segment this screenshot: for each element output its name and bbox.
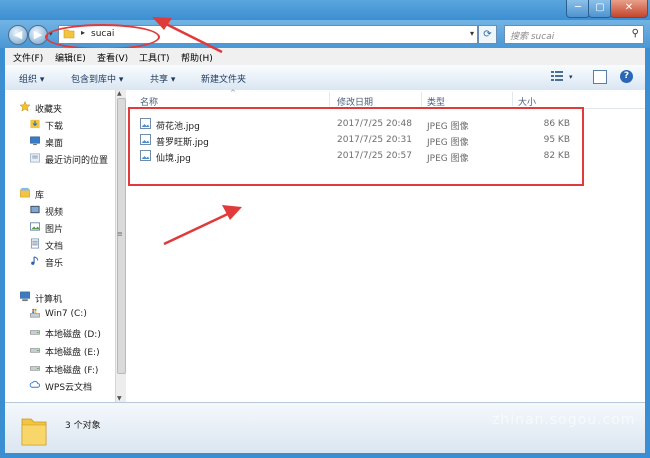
nav-drive-e[interactable]: 本地磁盘 (E:) (5, 343, 115, 358)
watermark-url: zhinan.sogou.com (492, 412, 636, 428)
nav-videos-label: 视频 (45, 208, 64, 218)
download-folder-icon (30, 119, 40, 129)
star-icon (19, 101, 31, 112)
nav-recent-places[interactable]: 最近访问的位置 (5, 151, 115, 166)
nav-drive-d-label: 本地磁盘 (D:) (45, 330, 101, 340)
watermark-name: 搜狗指南 (508, 376, 601, 401)
nav-drive-c-label: Win7 (C:) (45, 309, 87, 319)
hard-drive-icon (30, 366, 40, 371)
nav-wps-cloud[interactable]: WPS云文档 (5, 378, 115, 393)
nav-libraries-label: 库 (35, 191, 45, 201)
menu-tools[interactable]: 工具(T) (139, 51, 170, 64)
include-in-library-button[interactable]: 包含到库中 ▾ (71, 72, 123, 85)
view-options-icon[interactable] (551, 71, 563, 81)
nav-drive-c[interactable]: Win7 (C:) (5, 307, 115, 322)
back-button[interactable]: ◀ (8, 25, 28, 45)
view-dropdown-icon[interactable]: ▾ (569, 73, 573, 81)
column-divider[interactable] (512, 92, 513, 106)
scroll-up-icon[interactable]: ▲ (117, 90, 122, 97)
nav-drive-f-label: 本地磁盘 (F:) (45, 366, 99, 376)
computer-icon (20, 291, 30, 302)
nav-computer[interactable]: 计算机 (5, 290, 115, 305)
scroll-grip-icon: ≡ (117, 230, 123, 238)
nav-scrollbar[interactable]: ▲ ≡ ▼ (115, 90, 126, 402)
nav-music[interactable]: 音乐 (5, 254, 115, 269)
search-placeholder: 搜索 sucai (510, 32, 555, 42)
organize-button[interactable]: 组织 ▾ (19, 72, 44, 85)
music-icon (31, 256, 39, 265)
sort-ascending-icon: ^ (230, 89, 236, 97)
navigation-pane: 收藏夹 下载 桌面 最近访问的位置 库 视频 图片 文档 音乐 计算机 Win7… (5, 90, 115, 402)
menu-view[interactable]: 查看(V) (97, 51, 128, 64)
recent-places-icon (30, 153, 40, 163)
command-bar: 组织 ▾ 包含到库中 ▾ 共享 ▾ 新建文件夹 ▾ ? (5, 65, 645, 91)
nav-pictures[interactable]: 图片 (5, 220, 115, 235)
minimize-button[interactable]: ─ (566, 0, 590, 18)
annotation-ellipse (45, 24, 160, 50)
menu-edit[interactable]: 编辑(E) (55, 51, 86, 64)
column-divider[interactable] (329, 92, 330, 106)
title-bar[interactable]: ─ ▢ ✕ (0, 0, 650, 20)
menu-file[interactable]: 文件(F) (13, 51, 43, 64)
nav-documents-label: 文档 (45, 242, 64, 252)
nav-drive-d[interactable]: 本地磁盘 (D:) (5, 325, 115, 340)
nav-music-label: 音乐 (45, 259, 64, 269)
nav-videos[interactable]: 视频 (5, 203, 115, 218)
nav-favorites-label: 收藏夹 (35, 105, 63, 115)
nav-computer-label: 计算机 (35, 295, 63, 305)
nav-libraries[interactable]: 库 (5, 186, 115, 201)
maximize-button[interactable]: ▢ (588, 0, 612, 18)
explorer-window: ─ ▢ ✕ ◀ ▶ ▾ ▸ sucai ▾ ⟳ 搜索 sucai ⚲ 文件(F)… (0, 0, 650, 458)
item-count: 3 个对象 (65, 421, 101, 431)
menu-help[interactable]: 帮助(H) (181, 51, 213, 64)
library-icon (20, 187, 30, 198)
folder-icon (21, 418, 47, 446)
nav-favorites[interactable]: 收藏夹 (5, 100, 115, 115)
help-icon[interactable]: ? (620, 70, 633, 83)
scroll-down-icon[interactable]: ▼ (117, 395, 122, 402)
new-folder-button[interactable]: 新建文件夹 (201, 72, 246, 85)
system-drive-icon (30, 308, 40, 318)
nav-recent-label: 最近访问的位置 (45, 156, 109, 166)
nav-downloads-label: 下载 (45, 122, 64, 132)
nav-downloads[interactable]: 下载 (5, 117, 115, 132)
document-icon (30, 238, 40, 249)
picture-icon (30, 222, 40, 231)
preview-pane-icon[interactable] (593, 70, 607, 84)
nav-documents[interactable]: 文档 (5, 237, 115, 252)
nav-wps-cloud-label: WPS云文档 (45, 383, 93, 393)
sogou-logo-icon (472, 370, 504, 402)
nav-desktop[interactable]: 桌面 (5, 134, 115, 149)
search-icon[interactable]: ⚲ (632, 28, 639, 39)
column-divider[interactable] (421, 92, 422, 106)
file-list: ^ 名称 修改日期 类型 大小 荷花池.jpg 2017/7/25 20:48 … (126, 89, 645, 402)
nav-drive-e-label: 本地磁盘 (E:) (45, 348, 100, 358)
desktop-icon (30, 136, 40, 146)
annotation-highlight-box (128, 107, 584, 186)
menu-bar: 文件(F) 编辑(E) 查看(V) 工具(T) 帮助(H) (5, 48, 645, 66)
cloud-icon (29, 380, 41, 388)
hard-drive-icon (30, 348, 40, 353)
nav-pictures-label: 图片 (45, 225, 64, 235)
nav-desktop-label: 桌面 (45, 139, 64, 149)
video-icon (30, 205, 40, 214)
nav-drive-f[interactable]: 本地磁盘 (F:) (5, 361, 115, 376)
chevron-down-icon[interactable]: ▾ (470, 29, 474, 38)
close-button[interactable]: ✕ (610, 0, 648, 18)
share-button[interactable]: 共享 ▾ (150, 72, 175, 85)
search-input[interactable]: 搜索 sucai ⚲ (504, 25, 644, 44)
refresh-button[interactable]: ⟳ (478, 25, 497, 44)
hard-drive-icon (30, 330, 40, 335)
